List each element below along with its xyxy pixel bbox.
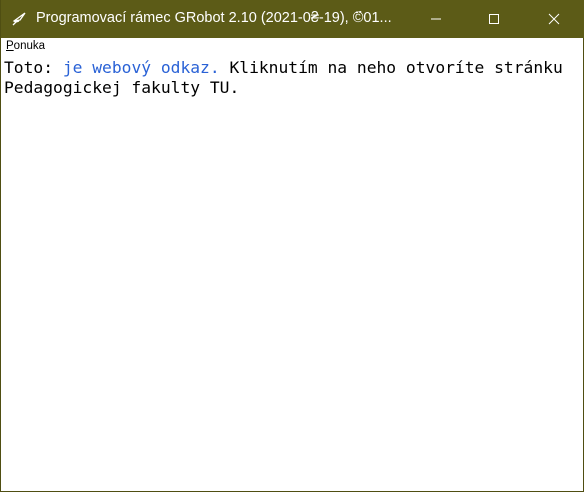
app-window: Programovací rámec GRobot 2.10 (2021-0₴-… [0, 0, 584, 492]
client-area: Toto: je webový odkaz. Kliknutím na neho… [1, 56, 583, 491]
menu-item-accelerator: P [6, 40, 14, 52]
minimize-button[interactable] [413, 0, 459, 38]
minimize-icon [430, 10, 442, 29]
maximize-icon [488, 10, 500, 29]
content-paragraph: Toto: je webový odkaz. Kliknutím na neho… [4, 58, 574, 98]
close-icon [548, 10, 560, 29]
maximize-button[interactable] [471, 0, 517, 38]
grobot-app-icon [11, 11, 27, 27]
content-prefix: Toto: [4, 58, 63, 77]
window-title: Programovací rámec GRobot 2.10 (2021-0₴-… [36, 10, 392, 26]
menu-item-ponuka[interactable]: Ponuka [6, 40, 45, 52]
title-bar[interactable]: Programovací rámec GRobot 2.10 (2021-0₴-… [1, 0, 584, 38]
close-button[interactable] [531, 0, 577, 38]
menu-item-label: onuka [13, 40, 46, 52]
menu-bar: Ponuka [1, 38, 583, 57]
web-link[interactable]: je webový odkaz. [63, 58, 220, 77]
